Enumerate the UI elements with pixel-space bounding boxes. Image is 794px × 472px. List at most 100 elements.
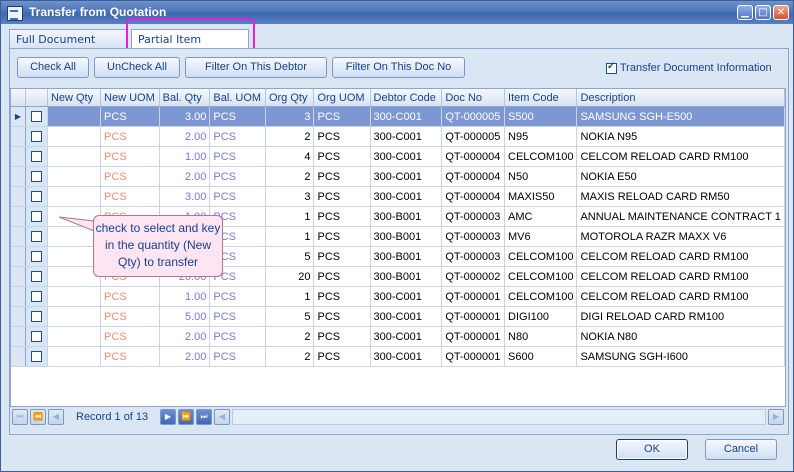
close-icon[interactable]: ✕ (773, 5, 789, 20)
scroll-right-icon[interactable]: ▶ (768, 409, 784, 425)
new-qty-cell[interactable] (47, 106, 102, 127)
scroll-left-icon[interactable]: ◀ (214, 409, 230, 425)
row-select-checkbox[interactable] (30, 151, 42, 163)
last-record-icon[interactable]: ⏭ (196, 409, 212, 425)
row-select-checkbox[interactable] (30, 311, 42, 323)
new-uom-cell[interactable]: PCS (100, 346, 160, 367)
row-indicator[interactable] (11, 126, 26, 147)
tab-full-document-transfer[interactable]: Full Document Transfer (9, 29, 127, 65)
row-select-cell[interactable] (25, 126, 48, 147)
row-select-cell[interactable] (25, 286, 48, 307)
new-qty-cell[interactable] (47, 326, 102, 347)
debtor-code-cell: 300-C001 (370, 146, 443, 167)
row-select-cell[interactable] (25, 226, 48, 247)
row-select-cell[interactable] (25, 146, 48, 167)
col-header-org-qty[interactable]: Org Qty (265, 89, 315, 107)
col-header-org-uom[interactable]: Org UOM (313, 89, 371, 107)
bal-qty-cell: 2.00 (159, 346, 211, 367)
row-select-checkbox[interactable] (30, 351, 42, 363)
row-select-cell[interactable] (25, 106, 48, 127)
horizontal-scrollbar[interactable] (232, 409, 766, 425)
minimize-icon[interactable]: ▁ (737, 5, 753, 20)
next-page-icon[interactable]: ⏩ (178, 409, 194, 425)
row-indicator[interactable] (11, 286, 26, 307)
col-header-bal-uom[interactable]: Bal. UOM (209, 89, 266, 107)
new-uom-cell[interactable]: PCS (100, 326, 160, 347)
title-bar[interactable]: Transfer from Quotation ▁ □ ✕ (1, 1, 793, 24)
new-qty-cell[interactable] (47, 306, 102, 327)
row-indicator[interactable] (11, 246, 26, 267)
row-select-checkbox[interactable] (30, 231, 42, 243)
row-indicator[interactable] (11, 206, 26, 227)
row-select-cell[interactable] (25, 326, 48, 347)
ok-button[interactable]: OK (616, 439, 688, 460)
new-qty-cell[interactable] (47, 126, 102, 147)
row-select-checkbox[interactable] (30, 131, 42, 143)
table-row[interactable]: PCS 2.00 PCS 2 PCS 300-C001 QT-000001 N80 NOKIA … (11, 326, 785, 347)
row-select-cell[interactable] (25, 186, 48, 207)
prev-record-icon[interactable]: ◀ (48, 409, 64, 425)
new-uom-cell[interactable]: PCS (100, 306, 160, 327)
row-select-checkbox[interactable] (30, 211, 42, 223)
filter-debtor-button[interactable]: Filter On This Debtor (185, 57, 327, 78)
table-row[interactable]: PCS 2.00 PCS 2 PCS 300-C001 QT-000005 N95 NOKIA … (11, 126, 785, 147)
prev-page-icon[interactable]: ⏪ (30, 409, 46, 425)
filter-docno-button[interactable]: Filter On This Doc No (332, 57, 465, 78)
next-record-icon[interactable]: ▶ (160, 409, 176, 425)
col-header-new-uom[interactable]: New UOM (100, 89, 160, 107)
transfer-info-option[interactable]: Transfer Document Information (606, 61, 772, 74)
row-select-cell[interactable] (25, 206, 48, 227)
row-indicator[interactable] (11, 306, 26, 327)
row-select-cell[interactable] (25, 266, 48, 287)
row-select-checkbox[interactable] (30, 291, 42, 303)
table-row[interactable]: PCS 1.00 PCS 4 PCS 300-C001 QT-000004 CELCOM100… (11, 146, 785, 167)
new-uom-cell[interactable]: PCS (100, 286, 160, 307)
col-header-doc-no[interactable]: Doc No (441, 89, 506, 107)
col-header-new-qty[interactable]: New Qty (47, 89, 102, 107)
col-header-description[interactable]: Description (576, 89, 785, 107)
table-row[interactable]: PCS 3.00 PCS 3 PCS 300-C001 QT-000004 MAXIS50 MA… (11, 186, 785, 207)
new-qty-cell[interactable] (47, 186, 102, 207)
new-uom-cell[interactable]: PCS (100, 186, 160, 207)
new-qty-cell[interactable] (47, 146, 102, 167)
row-indicator[interactable] (11, 226, 26, 247)
new-qty-cell[interactable] (47, 346, 102, 367)
row-select-cell[interactable] (25, 246, 48, 267)
col-header-item-code[interactable]: Item Code (504, 89, 578, 107)
row-select-checkbox[interactable] (30, 271, 42, 283)
uncheck-all-button[interactable]: UnCheck All (94, 57, 180, 78)
row-select-checkbox[interactable] (30, 191, 42, 203)
new-uom-cell[interactable]: PCS (100, 106, 160, 127)
table-row[interactable]: PCS 5.00 PCS 5 PCS 300-C001 QT-000001 DIGI100 DI… (11, 306, 785, 327)
table-row[interactable]: ▶ PCS 3.00 PCS 3 PCS 300-C001 QT-000005 S500 SAMS… (11, 106, 785, 127)
row-indicator[interactable] (11, 346, 26, 367)
row-indicator[interactable] (11, 326, 26, 347)
check-all-button[interactable]: Check All (17, 57, 89, 78)
maximize-icon[interactable]: □ (755, 5, 771, 20)
new-qty-cell[interactable] (47, 286, 102, 307)
table-row[interactable]: PCS 2.00 PCS 2 PCS 300-C001 QT-000001 S600 SAMSU… (11, 346, 785, 367)
new-uom-cell[interactable]: PCS (100, 146, 160, 167)
row-indicator[interactable] (11, 166, 26, 187)
row-select-checkbox[interactable] (30, 251, 42, 263)
row-select-cell[interactable] (25, 306, 48, 327)
new-qty-cell[interactable] (47, 166, 102, 187)
new-uom-cell[interactable]: PCS (100, 126, 160, 147)
row-select-checkbox[interactable] (30, 331, 42, 343)
col-header-bal-qty[interactable]: Bal. Qty (159, 89, 211, 107)
row-indicator[interactable]: ▶ (11, 106, 26, 127)
table-row[interactable]: PCS 2.00 PCS 2 PCS 300-C001 QT-000004 N50 NOKIA … (11, 166, 785, 187)
table-row[interactable]: PCS 1.00 PCS 1 PCS 300-C001 QT-000001 CELCOM100… (11, 286, 785, 307)
transfer-info-checkbox[interactable] (606, 61, 617, 74)
row-select-cell[interactable] (25, 166, 48, 187)
row-select-checkbox[interactable] (30, 111, 42, 123)
col-header-debtor-code[interactable]: Debtor Code (370, 89, 443, 107)
row-indicator[interactable] (11, 186, 26, 207)
new-uom-cell[interactable]: PCS (100, 166, 160, 187)
row-indicator[interactable] (11, 266, 26, 287)
row-select-cell[interactable] (25, 346, 48, 367)
row-select-checkbox[interactable] (30, 171, 42, 183)
row-indicator[interactable] (11, 146, 26, 167)
cancel-button[interactable]: Cancel (705, 439, 777, 460)
first-record-icon[interactable]: ⏮ (12, 409, 28, 425)
